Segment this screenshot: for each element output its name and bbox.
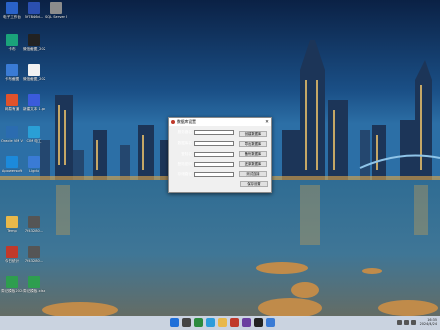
terminal-icon[interactable] [254,318,263,327]
test-connection-button[interactable]: 测试连接 [239,171,267,177]
desktop-icon[interactable]: Temp [1,216,23,233]
desktop-icon-image [28,246,40,258]
vs-icon[interactable] [242,318,251,327]
desktop-icon[interactable]: 今日统计 [1,246,23,263]
save-settings-button[interactable]: 保存设置 [240,181,268,187]
desktop-icon-label: 5f7846d... [24,15,44,19]
desktop-icon[interactable]: Apowersoft [1,156,23,173]
desktop-icon-image [6,64,18,76]
close-icon[interactable]: ✕ [263,120,271,125]
desktop-icon-image [6,276,18,288]
dialog-title: 数据库设置 [177,119,196,124]
desktop-icon-label: SQL Server Manage... [45,15,67,19]
desktop-icon[interactable]: 周记模板.xlsx [23,276,45,293]
login-input[interactable]: sa [194,152,234,157]
desktop-icon[interactable]: 网易有道 [1,94,23,111]
desktop-icon-image [28,2,40,14]
taskbar-apps [170,318,275,327]
desktop-icon[interactable]: 微信截图_2023082... [23,34,45,51]
desktop-icon-label: 微信截图_2023082... [23,77,45,81]
backup-database-button[interactable]: 备份数据库 [239,151,267,157]
desktop-icon-label: 今日统计 [4,259,20,263]
database-input[interactable]: yxfedb [194,141,234,146]
desktop-icon-label: 周记模板20240... [1,289,23,293]
desktop-icon-image [6,156,18,168]
restore-database-button[interactable]: 还原数据库 [239,161,267,167]
desktop-icon-label: CIM 电工 [26,139,42,143]
desktop-icon-image [6,94,18,106]
desktop-icon-image [28,156,40,168]
desktop-icon-image [28,126,40,138]
clock[interactable]: 16:35 2024/4/24 [420,318,437,326]
field-storage-path: 存储路径 D:\DATA [172,171,234,178]
desktop-icon-label: 卡布截图 [4,77,20,81]
desktop-icon[interactable]: 卡布截图 [1,64,23,81]
desktop-icon-label: Oracle VM VirtualBox [1,139,23,143]
wifi-icon[interactable] [396,319,402,325]
desktop-icon-image [28,64,40,76]
desktop-icon-image [28,276,40,288]
password-input[interactable]: ******** [194,162,234,167]
field-login: 登陆名 sa [172,151,234,158]
app-icon [171,120,175,124]
clock-date: 2024/4/24 [419,322,437,326]
desktop-icon[interactable]: CIM 电工 [23,126,45,143]
desktop-icon-label: 周记模板.xlsx [23,289,45,293]
explorer-icon[interactable] [218,318,227,327]
desktop-icon-image [28,94,40,106]
desktop-icon-label: Temp [7,229,17,233]
desktop-icon[interactable]: 周记模板20240... [1,276,23,293]
desktop-icon[interactable]: 卡布 [1,34,23,51]
desktop-icon-image [28,34,40,46]
desktop-icon-label: Apowersoft [1,169,23,173]
desktop-icon[interactable]: 7f43280... [23,246,45,263]
desktop-icon-image [28,216,40,228]
field-password: 登陆密码 ******** [172,161,234,168]
desktop-icon[interactable]: SQL Server Manage... [45,2,67,19]
volume-icon[interactable] [403,319,409,325]
dialog-titlebar[interactable]: 数据库设置 ✕ [169,118,271,126]
desktop-icon-label: 卡布 [8,47,16,51]
export-database-button[interactable]: 导出数据库 [239,141,267,147]
desktop-icon-image [6,216,18,228]
desktop-icon[interactable]: 微信截图_2023082... [23,64,45,81]
battery-icon[interactable] [410,319,416,325]
desktop-icon-label: 7f43280... [24,229,44,233]
desktop-icon[interactable]: 电子工作台 [1,2,23,19]
app-icon[interactable] [230,318,239,327]
desktop-icon-image [6,2,18,14]
storage-path-input[interactable]: D:\DATA [194,172,234,177]
search-icon[interactable] [182,318,191,327]
desktop-icon-image [6,126,18,138]
field-label: 数据库名 [177,141,192,145]
desktop-icon[interactable]: Ligdu [23,156,45,173]
desktop-icon[interactable]: 7f43280... [23,216,45,233]
desktop-icon-label: 新建文本 1.png [23,107,45,111]
desktop-icon-image [6,34,18,46]
desktop-icon-label: 网易有道 [4,107,20,111]
field-label: 登陆名 [181,152,192,156]
desktop-icon[interactable]: Oracle VM VirtualBox [1,126,23,143]
wechat-icon[interactable] [194,318,203,327]
start-icon[interactable] [170,318,179,327]
desktop-icon-label: 微信截图_2023082... [23,47,45,51]
desktop-icon-image [50,2,62,14]
field-server: 服务器名 . [172,129,234,136]
desktop-icon-label: Ligdu [29,169,39,173]
system-tray: 16:35 2024/4/24 [396,318,437,326]
field-label: 登陆密码 [177,162,192,166]
desktop-icon-label: 电子工作台 [3,15,21,19]
taskbar: 16:35 2024/4/24 [0,316,440,330]
desktop-icon-label: 7f43280... [24,259,44,263]
desktop-icon-image [6,246,18,258]
store-icon[interactable] [266,318,275,327]
field-label: 存储路径 [177,172,192,176]
desktop-icon[interactable]: 5f7846d... [23,2,45,19]
field-database: 数据库名 yxfedb [172,140,234,147]
create-database-button[interactable]: 创建数据库 [239,131,267,137]
field-label: 服务器名 [177,130,192,134]
edge-icon[interactable] [206,318,215,327]
desktop-icon[interactable]: 新建文本 1.png [23,94,45,111]
server-input[interactable]: . [194,130,234,135]
